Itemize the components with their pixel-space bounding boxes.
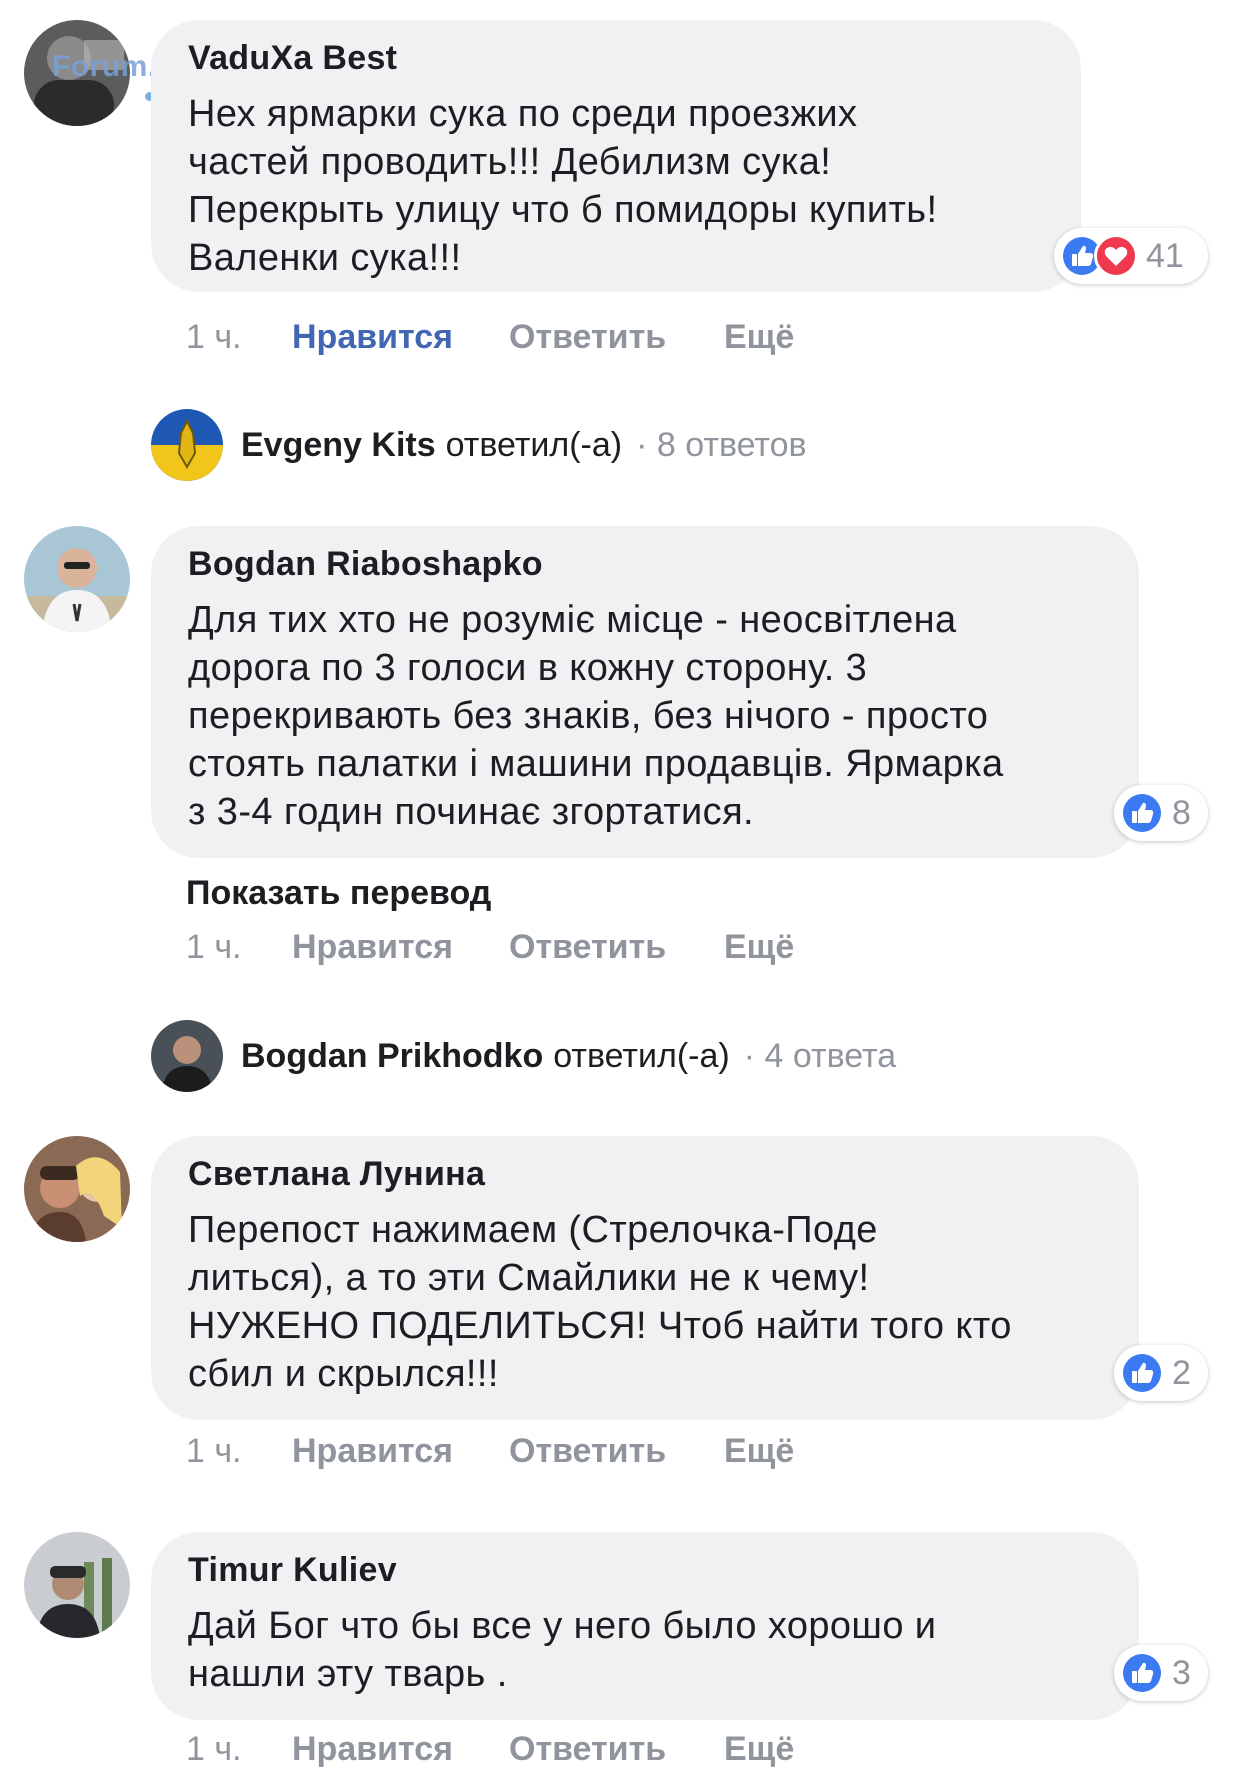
comment-text: Для тих хто не розуміє місце - неосвітле…: [188, 599, 1004, 833]
reaction-count: 2: [1172, 1353, 1191, 1392]
like-icon: [1120, 791, 1164, 835]
avatar[interactable]: [24, 526, 130, 632]
reply-verb: ответил(-а): [445, 425, 623, 464]
reply-author: Evgeny Kits: [241, 425, 436, 464]
avatar[interactable]: [24, 1532, 130, 1638]
comment-author[interactable]: Timur Kuliev: [188, 1550, 1103, 1590]
more-button[interactable]: Ещё: [724, 928, 794, 967]
reply-count: · 8 ответов: [636, 425, 807, 464]
reply-button[interactable]: Ответить: [509, 1432, 666, 1471]
reply-button[interactable]: Ответить: [509, 318, 666, 357]
reply-author: Bogdan Prikhodko: [241, 1036, 544, 1075]
more-button[interactable]: Ещё: [724, 1730, 794, 1769]
view-replies[interactable]: Evgeny Kits ответил(-а) · 8 ответов: [151, 409, 807, 481]
comment-time[interactable]: 1 ч.: [186, 928, 242, 967]
reaction-summary[interactable]: 3: [1114, 1645, 1208, 1701]
comment-author[interactable]: Светлана Лунина: [188, 1154, 1103, 1194]
reply-button[interactable]: Ответить: [509, 1730, 666, 1769]
reply-button[interactable]: Ответить: [509, 928, 666, 967]
reply-verb: ответил(-а): [553, 1036, 730, 1075]
like-button[interactable]: Нравится: [292, 1730, 453, 1769]
comment-text: Перепост нажимаем (Стрелочка-Поде литься…: [188, 1209, 1012, 1395]
reaction-summary[interactable]: 8: [1114, 785, 1208, 841]
comment-author[interactable]: VaduXa Best: [188, 38, 1045, 78]
reaction-count: 8: [1172, 793, 1191, 832]
avatar[interactable]: [24, 1136, 130, 1242]
comment-bubble: Светлана Лунина Перепост нажимаем (Стрел…: [151, 1136, 1139, 1420]
like-button[interactable]: Нравится: [292, 928, 453, 967]
reaction-summary[interactable]: 2: [1114, 1345, 1208, 1401]
like-button[interactable]: Нравится: [292, 1432, 453, 1471]
love-icon: [1094, 234, 1138, 278]
show-translation-link[interactable]: Показать перевод: [186, 874, 491, 913]
comment-bubble: Timur Kuliev Дай Бог что бы все у него б…: [151, 1532, 1139, 1720]
reaction-summary[interactable]: 41: [1054, 228, 1208, 284]
view-replies[interactable]: Bogdan Prikhodko ответил(-а) · 4 ответа: [151, 1020, 896, 1092]
reply-avatar: [151, 1020, 223, 1092]
comment-time[interactable]: 1 ч.: [186, 1730, 242, 1769]
comment-bubble: Bogdan Riaboshapko Для тих хто не розумі…: [151, 526, 1139, 858]
like-icon: [1120, 1651, 1164, 1695]
reaction-count: 3: [1172, 1653, 1191, 1692]
comment-bubble: VaduXa Best Нех ярмарки сука по среди пр…: [151, 20, 1081, 292]
like-icon: [1120, 1351, 1164, 1395]
comment-text: Нех ярмарки сука по среди проезжих часте…: [188, 93, 938, 279]
more-button[interactable]: Ещё: [724, 1432, 794, 1471]
comment-text: Дай Бог что бы все у него было хорошо и …: [188, 1605, 937, 1695]
reply-count: · 4 ответа: [743, 1036, 897, 1075]
more-button[interactable]: Ещё: [724, 318, 794, 357]
reply-avatar: [151, 409, 223, 481]
comment-author[interactable]: Bogdan Riaboshapko: [188, 544, 1103, 584]
like-button[interactable]: Нравится: [292, 318, 453, 357]
reaction-count: 41: [1146, 236, 1184, 275]
comment-time[interactable]: 1 ч.: [186, 1432, 242, 1471]
comment-time[interactable]: 1 ч.: [186, 318, 242, 357]
